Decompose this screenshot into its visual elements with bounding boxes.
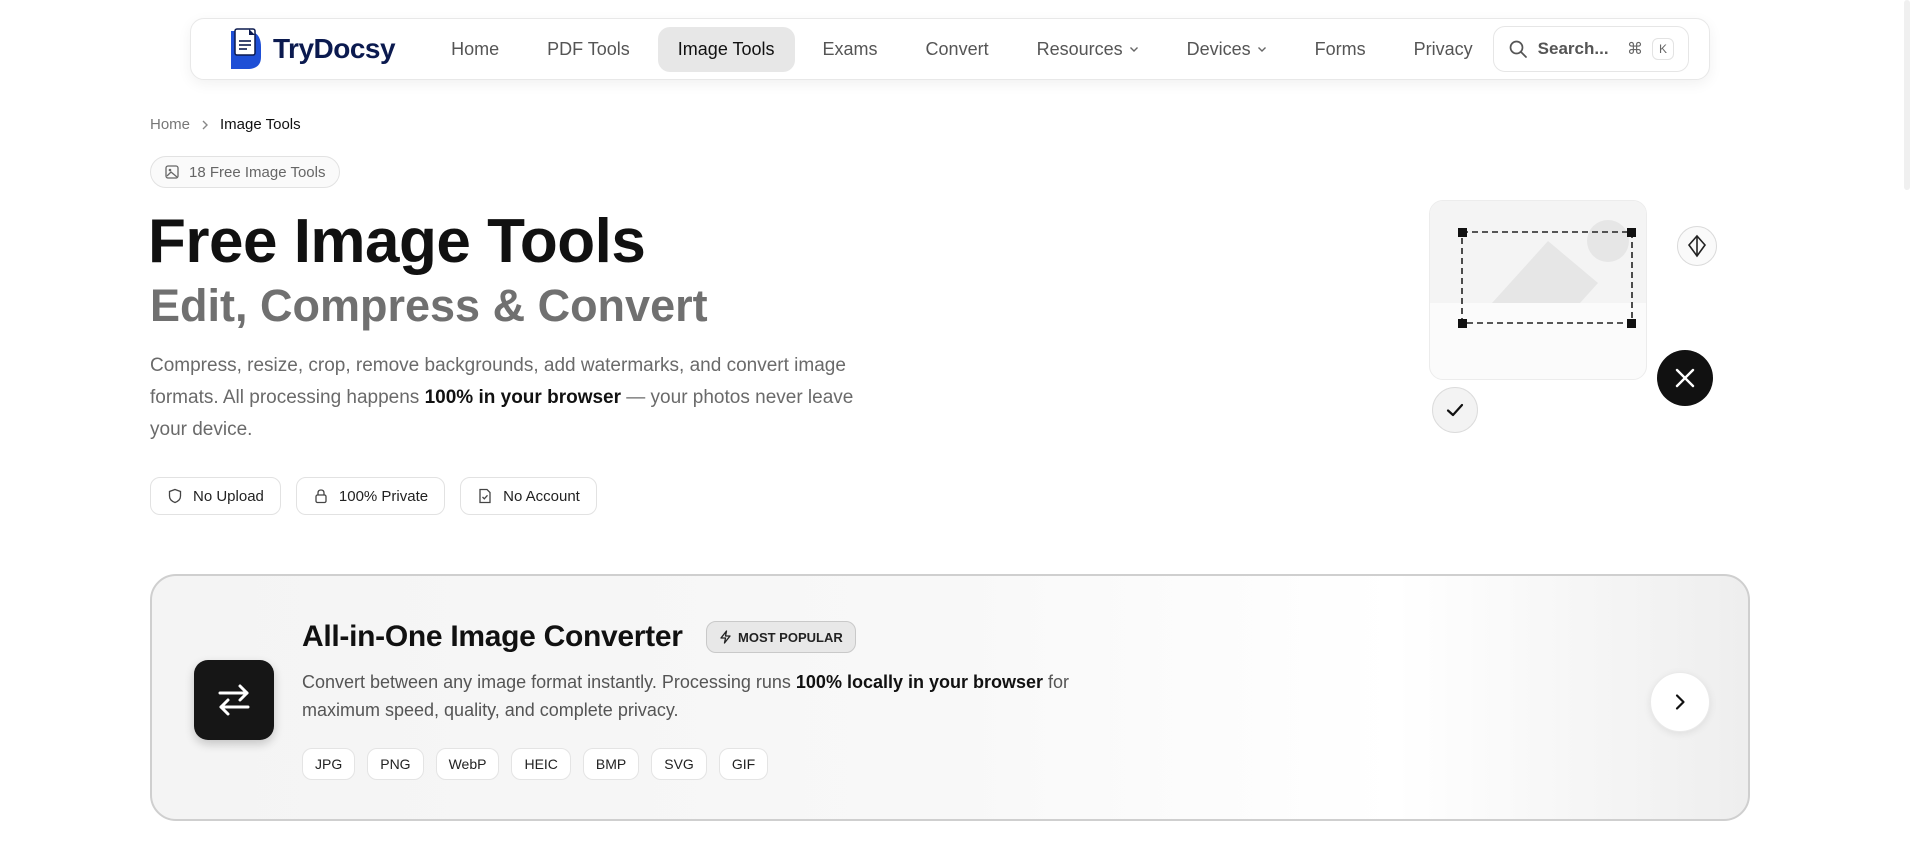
page-title: Free Image Tools: [148, 207, 646, 276]
search-input[interactable]: Search... ⌘ K: [1492, 26, 1689, 72]
nav-convert-label: Convert: [925, 38, 989, 59]
lock-icon: [315, 489, 327, 504]
check-icon: [1446, 403, 1464, 417]
page-scrollbar[interactable]: [1904, 0, 1910, 190]
feature-no-account-label: No Account: [503, 487, 580, 505]
converter-description: Convert between any image format instant…: [302, 668, 1152, 724]
nav-convert[interactable]: Convert: [906, 27, 1009, 72]
converter-icon-tile: [194, 660, 274, 740]
tool-count-label: 18 Free Image Tools: [189, 163, 326, 181]
swap-arrows-icon: [218, 684, 250, 716]
nav-exams[interactable]: Exams: [803, 27, 898, 72]
hero-description: Compress, resize, crop, remove backgroun…: [150, 350, 890, 446]
format-chip-heic: HEIC: [511, 748, 571, 780]
nav-exams-label: Exams: [822, 38, 878, 59]
hero-desc-bold: 100% in your browser: [424, 387, 621, 408]
feature-private: 100% Private: [295, 477, 446, 515]
resize-handle-button: [1677, 226, 1717, 266]
feature-pills: No Upload 100% Private No Account: [150, 477, 597, 515]
docsy-logo-icon: [227, 27, 267, 71]
nav-resources[interactable]: Resources: [1017, 27, 1159, 72]
brand-logo[interactable]: TryDocsy: [227, 27, 396, 71]
page-subtitle: Edit, Compress & Convert: [150, 280, 708, 331]
nav-image-tools[interactable]: Image Tools: [657, 26, 795, 72]
format-chip-bmp: BMP: [582, 748, 640, 780]
format-chip-png: PNG: [367, 748, 424, 780]
converter-desc-bold: 100% locally in your browser: [795, 672, 1044, 692]
chevron-right-icon: [1675, 694, 1685, 710]
check-circle-button: [1432, 387, 1478, 433]
nav-forms-label: Forms: [1314, 38, 1366, 59]
format-chip-webp: WebP: [435, 748, 500, 780]
nav-devices[interactable]: Devices: [1167, 27, 1287, 72]
lightning-icon: [720, 630, 731, 644]
nav-home[interactable]: Home: [431, 27, 519, 72]
image-converter-card[interactable]: All-in-One Image Converter MOST POPULAR …: [150, 574, 1750, 821]
most-popular-label: MOST POPULAR: [738, 629, 843, 645]
open-converter-button[interactable]: [1650, 672, 1710, 732]
file-check-icon: [479, 488, 491, 504]
top-navbar: TryDocsy Home PDF Tools Image Tools Exam…: [190, 18, 1710, 80]
chevron-down-icon: [1129, 47, 1138, 52]
nav-resources-label: Resources: [1036, 38, 1123, 59]
converter-title: All-in-One Image Converter: [302, 620, 683, 653]
command-key: ⌘: [1627, 41, 1643, 58]
close-circle-button: [1657, 350, 1713, 406]
image-crop-icon: [1430, 201, 1646, 328]
resize-vertical-icon: [1687, 234, 1707, 258]
format-chip-gif: GIF: [718, 748, 769, 780]
search-icon: [1509, 40, 1527, 58]
converter-desc-part1: Convert between any image format instant…: [302, 672, 796, 692]
main-nav: Home PDF Tools Image Tools Exams Convert…: [431, 26, 1493, 72]
shield-icon: [168, 488, 182, 504]
feature-private-label: 100% Private: [338, 487, 429, 505]
close-icon: [1675, 368, 1695, 388]
feature-no-upload-label: No Upload: [193, 487, 264, 505]
image-icon: [165, 165, 179, 179]
format-chip-jpg: JPG: [302, 748, 356, 780]
breadcrumb-home[interactable]: Home: [150, 116, 190, 133]
breadcrumb: Home Image Tools: [150, 116, 301, 133]
format-list: JPG PNG WebP HEIC BMP SVG GIF: [302, 748, 769, 780]
nav-pdf-tools-label: PDF Tools: [547, 38, 630, 59]
tool-count-badge: 18 Free Image Tools: [150, 156, 341, 188]
feature-no-upload: No Upload: [150, 477, 281, 515]
nav-home-label: Home: [451, 38, 500, 59]
nav-image-tools-label: Image Tools: [677, 38, 775, 59]
feature-no-account: No Account: [460, 477, 597, 515]
crop-illustration: [1429, 200, 1647, 380]
nav-forms[interactable]: Forms: [1295, 27, 1386, 72]
nav-devices-label: Devices: [1186, 38, 1251, 59]
format-chip-svg: SVG: [651, 748, 707, 780]
chevron-down-icon: [1257, 47, 1266, 52]
k-key: K: [1652, 38, 1674, 60]
most-popular-badge: MOST POPULAR: [706, 621, 856, 653]
search-placeholder: Search...: [1537, 39, 1609, 58]
nav-pdf-tools[interactable]: PDF Tools: [527, 27, 650, 72]
nav-privacy-label: Privacy: [1413, 38, 1473, 59]
chevron-right-icon: [202, 120, 209, 129]
search-shortcut: ⌘ K: [1624, 38, 1674, 60]
brand-name: TryDocsy: [273, 33, 396, 64]
nav-privacy[interactable]: Privacy: [1394, 27, 1493, 72]
breadcrumb-current: Image Tools: [220, 116, 301, 133]
